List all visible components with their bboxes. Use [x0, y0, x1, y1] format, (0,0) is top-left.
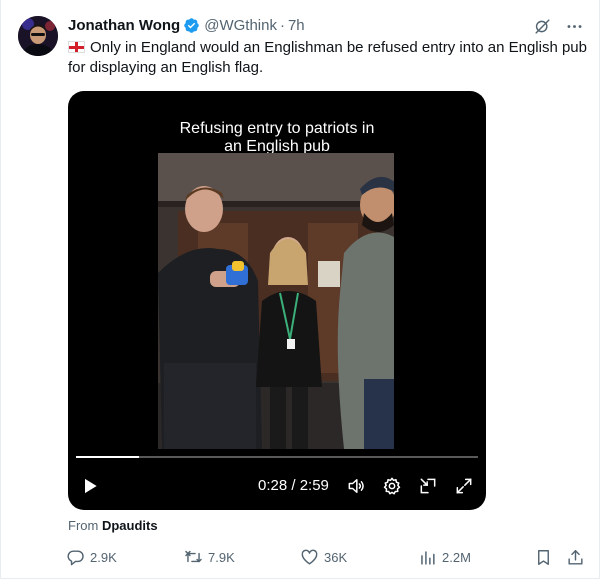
video-controls: 0:28 / 2:59	[68, 474, 486, 498]
bookmark-icon	[538, 549, 549, 565]
view-count: 2.2M	[442, 549, 471, 565]
reply-button[interactable]: 2.9K	[66, 545, 117, 569]
views-button[interactable]: 2.2M	[418, 545, 471, 569]
england-flag-icon	[68, 41, 85, 53]
video-attribution: From Dpaudits	[68, 518, 158, 533]
video-frame[interactable]	[158, 153, 394, 449]
video-progress-bar[interactable]	[76, 456, 478, 458]
volume-muted-icon[interactable]	[344, 474, 368, 498]
repost-button[interactable]: 7.9K	[184, 545, 235, 569]
share-button[interactable]	[566, 545, 585, 569]
settings-gear-icon[interactable]	[380, 474, 404, 498]
analytics-icon	[421, 550, 435, 565]
tweet-text: Only in England would an Englishman be r…	[68, 38, 588, 78]
reply-icon	[67, 549, 84, 565]
post-time[interactable]: 7h	[288, 17, 305, 34]
reply-count: 2.9K	[90, 549, 117, 565]
verified-badge-icon	[183, 17, 200, 34]
heart-icon	[301, 549, 318, 565]
header-actions	[532, 16, 584, 36]
tweet-header: Jonathan Wong @WGthink · 7h	[68, 14, 305, 36]
repost-icon	[185, 550, 202, 562]
like-button[interactable]: 36K	[300, 545, 347, 569]
author-avatar[interactable]	[18, 16, 58, 56]
picture-in-picture-icon[interactable]	[416, 474, 440, 498]
grok-icon[interactable]	[532, 16, 552, 36]
bookmark-button[interactable]	[534, 545, 553, 569]
share-icon	[568, 549, 583, 565]
video-player[interactable]: Refusing entry to patriots in an English…	[68, 91, 486, 510]
attribution-source-link[interactable]: Dpaudits	[102, 518, 158, 533]
like-count: 36K	[324, 549, 348, 565]
header-separator: ·	[279, 16, 285, 34]
author-handle[interactable]: @WGthink	[204, 17, 277, 34]
video-caption-line-1: Refusing entry to patriots in	[179, 120, 375, 137]
fullscreen-icon[interactable]	[452, 474, 476, 498]
repost-count: 7.9K	[208, 549, 235, 565]
action-bar: 2.9K 7.9K 36K 2.2M	[66, 545, 586, 569]
play-icon[interactable]	[78, 474, 102, 498]
video-progress-fill	[76, 456, 139, 458]
tweet-body: Only in England would an Englishman be r…	[68, 39, 587, 76]
video-timecode: 0:28 / 2:59	[258, 477, 329, 494]
attribution-prefix: From	[68, 518, 99, 533]
author-name[interactable]: Jonathan Wong	[68, 17, 180, 34]
more-options-icon[interactable]	[564, 16, 584, 36]
